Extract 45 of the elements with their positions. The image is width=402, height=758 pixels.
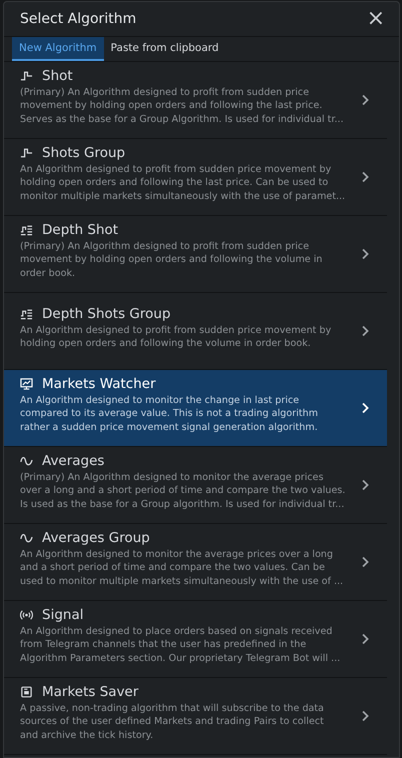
algorithm-item[interactable]: Signal An Algorithm designed to place orders based on signals received from Telegram channels that the user has predefined in the Algorithm Parameters section. Our proprietary Telegram Bot will ... — [4, 601, 387, 678]
algorithm-description: An Algorithm designed to place orders based on signals received from Telegram channels that the user has predefined in the Algorithm Parameters section. Our proprietary Telegram Bot will ... — [20, 624, 342, 666]
wave-icon — [20, 532, 33, 544]
algorithm-name: Signal — [42, 606, 84, 623]
algorithm-description: An Algorithm designed to profit from sudden price movement by holding open orders and following the last price. Can be used to monitor multiple markets simultaneously with the use of paramet... — [20, 162, 346, 204]
step-line-icon — [20, 146, 33, 159]
algorithm-item[interactable]: Markets Saver A passive, non-trading algorithm that will subscribe to the data sources of the user defined Markets and trading Pairs to collect and archive the tick history. — [4, 678, 387, 755]
algorithm-description: An Algorithm designed to monitor the change in last price compared to its average value. This is not a trading algorithm rather a sudden price movement signal generation algorithm. — [20, 394, 319, 434]
algorithm-name: Averages Group — [42, 530, 150, 546]
algorithm-item[interactable]: Depth Shot (Primary) An Algorithm designed to profit from sudden price movement by holding open orders and following the volume in order book. — [4, 216, 387, 293]
dialog-title: Select Algorithm — [20, 11, 136, 27]
chevron-right-icon — [361, 94, 369, 106]
tab[interactable]: New Algorithm — [12, 37, 104, 61]
algorithm-name: Averages — [42, 452, 104, 469]
chevron-right-icon — [361, 633, 369, 645]
algorithm-name: Depth Shots Group — [42, 306, 171, 322]
chevron-right-icon — [361, 248, 369, 260]
algorithm-name: Depth Shot — [42, 222, 118, 238]
algorithm-description: (Primary) An Algorithm designed to profit from sudden price movement by holding open orders and following the volume in order book. — [20, 240, 324, 280]
chevron-right-icon — [361, 556, 369, 568]
algorithm-name: Markets Saver — [42, 684, 138, 700]
close-button[interactable]: × — [364, 8, 387, 30]
tab[interactable]: Paste from clipboard — [104, 37, 226, 61]
algorithm-description: (Primary) An Algorithm designed to profit from sudden price movement by holding open orders and following the last price. Serves as the base for a Group Algorithm. Is used for individual tr... — [20, 86, 345, 126]
step-line-icon — [20, 70, 33, 82]
chevron-right-icon — [361, 479, 369, 491]
algorithm-description: (Primary) An Algorithm designed to monitor the average prices over a long and a short period of time and compare the two values. Is used as the base for a Group algorithm. Is used for individual tr... — [20, 470, 346, 512]
save-icon — [20, 686, 33, 698]
algorithm-name: Shot — [42, 68, 73, 84]
monitor-chart-icon — [20, 378, 33, 390]
chevron-right-icon — [361, 325, 369, 337]
algorithm-description: A passive, non-trading algorithm that will subscribe to the data sources of the user defined Markets and trading Pairs to collect and archive the tick history. — [20, 702, 325, 742]
broadcast-icon — [20, 608, 33, 621]
chevron-right-icon — [361, 171, 369, 183]
step-lines-icon — [20, 224, 33, 236]
step-lines-icon — [20, 308, 33, 320]
algorithm-description: An Algorithm designed to profit from sudden price movement by holding open orders and following the volume in order book. — [20, 324, 332, 350]
algorithm-name: Markets Watcher — [42, 376, 156, 392]
chevron-right-icon — [361, 710, 369, 722]
algorithm-item[interactable]: Shot (Primary) An Algorithm designed to profit from sudden price movement by holding open orders and following the last price. Serves as the base for a Group Algorithm. Is used for individual tr... — [4, 62, 387, 139]
algorithm-description: An Algorithm designed to monitor the average prices over a long and a short period of time and compare the two values. Can be used to monitor multiple markets simultaneously with the use of ... — [20, 548, 344, 588]
chevron-right-icon — [361, 402, 369, 414]
algorithm-item[interactable]: Markets Watcher An Algorithm designed to monitor the change in last price compared to its average value. This is not a trading algorithm rather a sudden price movement signal generation algorithm. — [4, 370, 387, 447]
wave-icon — [20, 454, 33, 467]
algorithm-name: Shots Group — [42, 144, 126, 161]
